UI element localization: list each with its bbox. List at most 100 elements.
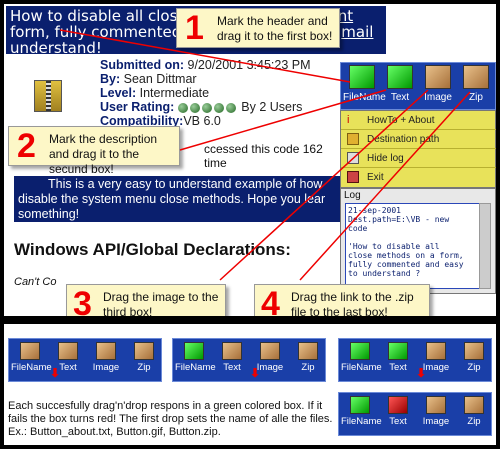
box-label: FileName (11, 362, 52, 373)
dragdrop-app-window: FileName Text Image Zip i HowTo + About D… (340, 62, 496, 296)
rating-dot-icon (213, 102, 224, 113)
submitted-row: Submitted on: 9/20/2001 3:45:23 PM (100, 58, 311, 72)
tutorial-screenshot-bottom: FileName Text Image Zip FileName Text Im… (4, 324, 496, 445)
down-arrow-icon: ⬇ (50, 366, 61, 380)
author-label: By: (100, 72, 121, 86)
strip-box: FileName (11, 342, 52, 373)
desc-line-2: disable the system menu close methods. H… (18, 192, 326, 206)
log-textarea[interactable]: 21-sep-2001 Dest.path=E:\VB - new code '… (345, 203, 481, 289)
strip-box: Image (417, 396, 455, 427)
box-label: Image (424, 92, 452, 103)
zip-file-icon[interactable] (34, 80, 62, 112)
submitted-label: Submitted on: (100, 58, 185, 72)
callout-step-4: 4 Drag the link to the .zip file to the … (254, 284, 430, 316)
menu-item-howto[interactable]: i HowTo + About (341, 111, 496, 130)
box-label: Text (223, 362, 241, 373)
strip-box: Text (379, 342, 417, 373)
strip-box: Zip (289, 342, 327, 373)
exit-icon (347, 171, 359, 183)
level-row: Level: Intermediate (100, 86, 209, 100)
article-body: Submitted on: 9/20/2001 3:45:23 PM By: S… (4, 54, 344, 316)
rating-label: User Rating: (100, 100, 175, 114)
strip-box: Text (379, 396, 417, 427)
app-menu: i HowTo + About Destination path Hide log… (340, 110, 496, 188)
log-icon (347, 152, 359, 164)
rating-dot-icon (189, 102, 200, 113)
access-count-text: ccessed this code 162 time (204, 142, 323, 170)
selected-description[interactable]: This is a very easy to understand exampl… (14, 176, 344, 222)
box-brown-icon (426, 396, 446, 414)
step-number: 1 (185, 9, 204, 47)
log-title: Log (344, 190, 361, 201)
step-number: 3 (73, 285, 92, 316)
box-label: FileName (341, 416, 382, 427)
box-label: FileName (341, 362, 382, 373)
box-strip-success: FileName Text Image Zip (172, 338, 326, 382)
menu-label: Exit (367, 172, 384, 183)
rating-dot-icon (201, 102, 212, 113)
author-row: By: Sean Dittmar (100, 72, 197, 86)
strip-box: Zip (455, 396, 493, 427)
api-declarations-heading: Windows API/Global Declarations: (14, 240, 291, 259)
box-label: Zip (301, 362, 315, 373)
box-brown-icon (298, 342, 318, 360)
drop-box-image[interactable]: Image (419, 65, 457, 103)
box-brown-icon (20, 342, 40, 360)
drop-box-text[interactable]: Text (381, 65, 419, 103)
box-label: Zip (137, 362, 151, 373)
rating-dot-icon (177, 102, 188, 113)
strip-box: Image (87, 342, 125, 373)
step-number: 2 (17, 127, 36, 165)
box-label: Text (389, 362, 407, 373)
box-green-icon (184, 342, 204, 360)
box-strip-progress: FileName Text Image Zip (338, 338, 492, 382)
level-value: Intermediate (139, 86, 210, 100)
box-brown-icon (463, 65, 489, 89)
email-link[interactable]: mail (341, 23, 373, 41)
box-brown-icon (134, 342, 154, 360)
box-strip-failure: FileName Text Image Zip (338, 392, 492, 436)
menu-item-hide-log[interactable]: Hide log (341, 149, 496, 168)
box-green-icon (388, 342, 408, 360)
box-label: FileName (175, 362, 216, 373)
box-green-icon (350, 342, 370, 360)
callout-step-2: 2 Mark the description and drag it to th… (8, 126, 180, 176)
explanation-text: Each succesfully drag'n'drop respons in … (8, 400, 333, 438)
info-icon: i (347, 114, 350, 126)
drop-box-filename[interactable]: FileName (343, 65, 386, 103)
author-value: Sean Dittmar (123, 72, 197, 86)
submitted-value: 9/20/2001 3:45:23 PM (187, 58, 311, 72)
box-brown-icon (426, 342, 446, 360)
strip-box: FileName (341, 396, 382, 427)
tutorial-screenshot-top: How to disable all clos rint form, fully … (4, 4, 496, 316)
box-label: Image (92, 362, 120, 373)
drop-box-zip[interactable]: Zip (457, 65, 495, 103)
screenshot-frame: How to disable all clos rint form, fully … (0, 0, 500, 449)
step-text: Mark the header and drag it to the first… (217, 14, 333, 43)
box-strip-initial: FileName Text Image Zip (8, 338, 162, 382)
strip-box: Zip (125, 342, 163, 373)
menu-item-exit[interactable]: Exit (341, 168, 496, 187)
step-text: Drag the link to the .zip file to the la… (291, 290, 414, 316)
log-scrollbar[interactable] (479, 203, 491, 289)
rating-dot-icon (225, 102, 236, 113)
rating-value: By 2 Users (241, 100, 303, 114)
desc-line-3: something! (18, 207, 80, 221)
menu-item-destination[interactable]: Destination path (341, 130, 496, 149)
box-brown-icon (464, 342, 484, 360)
box-brown-icon (425, 65, 451, 89)
strip-box: Text (213, 342, 251, 373)
box-brown-icon (96, 342, 116, 360)
box-green-icon (350, 396, 370, 414)
menu-label: Destination path (367, 134, 440, 145)
box-brown-icon (222, 342, 242, 360)
box-green-icon (387, 65, 413, 89)
box-label: Text (389, 416, 407, 427)
box-label: Text (390, 92, 410, 103)
strip-box: FileName (175, 342, 216, 373)
box-green-icon (349, 65, 375, 89)
box-label: Image (422, 416, 450, 427)
box-label: Zip (467, 416, 481, 427)
strip-box: Zip (455, 342, 493, 373)
down-arrow-icon: ⬇ (416, 366, 427, 380)
